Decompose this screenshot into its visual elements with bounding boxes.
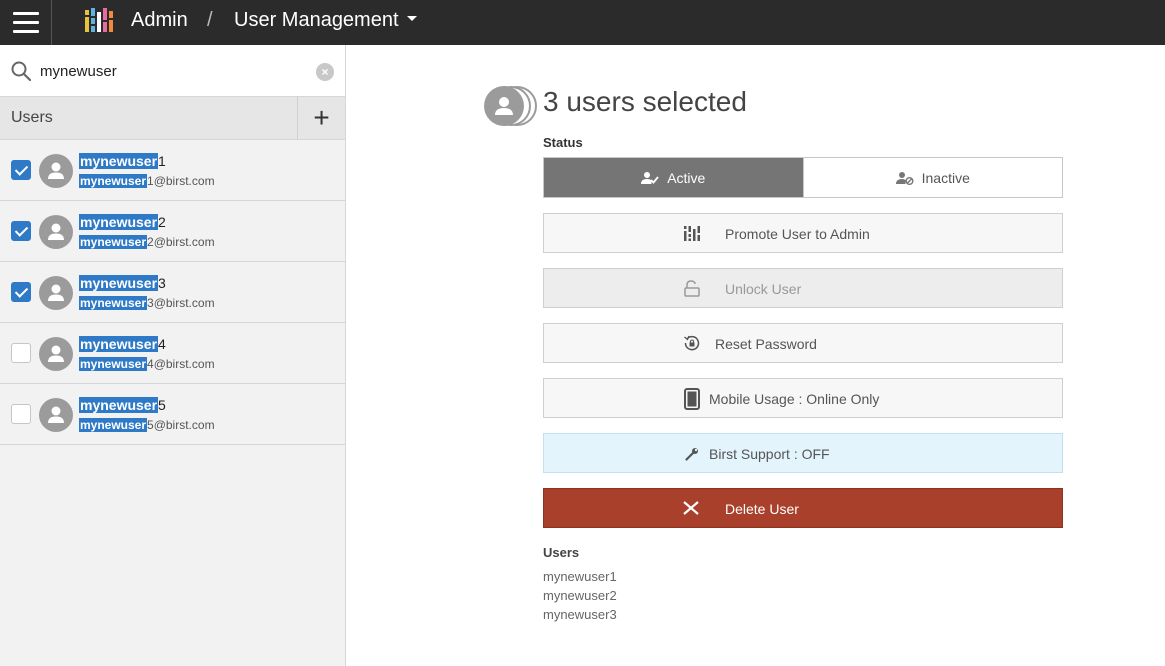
search-match-highlight: mynewuser (79, 153, 159, 169)
status-active-label: Active (667, 169, 706, 186)
user-row[interactable]: mynewuser5 mynewuser5@birst.com (0, 384, 345, 445)
selected-user-item: mynewuser3 (543, 607, 617, 622)
delete-user-button[interactable]: Delete User (543, 488, 1063, 528)
selected-user-item: mynewuser1 (543, 569, 617, 584)
reset-password-label: Reset Password (715, 336, 817, 352)
search-match-highlight: mynewuser (79, 235, 148, 249)
user-email: mynewuser5@birst.com (79, 418, 215, 432)
selected-users-title: Users (543, 545, 580, 560)
search-match-highlight: mynewuser (79, 174, 148, 188)
mobile-usage-button[interactable]: Mobile Usage : Online Only (543, 378, 1063, 418)
selection-headline: 3 users selected (543, 86, 747, 117)
delete-user-label: Delete User (725, 501, 799, 517)
person-icon (48, 345, 64, 362)
sidebar: × Users + mynewuser1 mynewuser1@birst.co… (0, 45, 346, 666)
promote-admin-button[interactable]: Promote User to Admin (543, 213, 1063, 253)
section-dropdown[interactable]: User Management (234, 9, 417, 32)
user-email: mynewuser3@birst.com (79, 296, 215, 310)
reset-lock-icon (684, 335, 700, 351)
avatar (39, 215, 73, 249)
user-row[interactable]: mynewuser1 mynewuser1@birst.com (0, 140, 345, 201)
reset-password-button[interactable]: Reset Password (543, 323, 1063, 363)
search-input[interactable] (40, 59, 300, 83)
status-inactive-label: Inactive (921, 169, 970, 186)
user-name: mynewuser5 (79, 397, 166, 413)
person-icon (48, 406, 64, 423)
person-icon (48, 162, 64, 179)
user-row[interactable]: mynewuser3 mynewuser3@birst.com (0, 262, 345, 323)
user-checkbox[interactable] (11, 404, 31, 424)
birst-support-label: Birst Support : OFF (709, 446, 830, 462)
section-title: User Management (234, 9, 399, 31)
user-blocked-icon (895, 171, 914, 185)
admin-grid-icon (684, 226, 701, 241)
search-match-highlight: mynewuser (79, 357, 148, 371)
avatar (39, 398, 73, 432)
person-icon (48, 284, 64, 301)
user-check-icon (641, 171, 659, 184)
status-label: Status (543, 135, 583, 150)
mobile-device-icon (684, 388, 700, 410)
user-checkbox[interactable] (11, 282, 31, 302)
users-list-header: Users + (0, 97, 345, 140)
birst-logo-icon (85, 8, 113, 32)
user-row[interactable]: mynewuser4 mynewuser4@birst.com (0, 323, 345, 384)
user-email: mynewuser2@birst.com (79, 235, 215, 249)
user-checkbox[interactable] (11, 160, 31, 180)
user-name: mynewuser2 (79, 214, 166, 230)
breadcrumb-separator: / (207, 9, 213, 31)
search-match-highlight: mynewuser (79, 214, 159, 230)
user-name: mynewuser1 (79, 153, 166, 169)
promote-admin-label: Promote User to Admin (725, 226, 870, 242)
hamburger-menu-icon[interactable] (0, 0, 52, 45)
search-match-highlight: mynewuser (79, 275, 159, 291)
unlock-icon (684, 280, 700, 297)
mobile-usage-label: Mobile Usage : Online Only (709, 391, 880, 407)
avatar (39, 154, 73, 188)
clear-search-icon[interactable]: × (316, 63, 334, 81)
search-icon (11, 61, 31, 81)
status-inactive-button[interactable]: Inactive (802, 158, 1062, 197)
search-match-highlight: mynewuser (79, 336, 159, 352)
user-name: mynewuser3 (79, 275, 166, 291)
user-email: mynewuser4@birst.com (79, 357, 215, 371)
search-match-highlight: mynewuser (79, 397, 159, 413)
user-email: mynewuser1@birst.com (79, 174, 215, 188)
wrench-icon (685, 447, 699, 461)
close-x-icon (683, 501, 699, 515)
avatar (39, 337, 73, 371)
person-icon (48, 223, 64, 240)
search-match-highlight: mynewuser (79, 418, 148, 432)
search-match-highlight: mynewuser (79, 296, 148, 310)
users-list-title: Users (11, 109, 53, 126)
caret-down-icon (406, 16, 417, 22)
avatar (39, 276, 73, 310)
search-bar: × (0, 45, 345, 97)
selected-user-item: mynewuser2 (543, 588, 617, 603)
user-checkbox[interactable] (11, 221, 31, 241)
unlock-user-button[interactable]: Unlock User (543, 268, 1063, 308)
user-list: mynewuser1 mynewuser1@birst.com mynewuse… (0, 140, 345, 445)
status-active-button[interactable]: Active (544, 158, 803, 197)
user-row[interactable]: mynewuser2 mynewuser2@birst.com (0, 201, 345, 262)
user-checkbox[interactable] (11, 343, 31, 363)
multiple-users-icon (484, 86, 537, 126)
status-toggle: Active Inactive (543, 157, 1063, 198)
user-name: mynewuser4 (79, 336, 166, 352)
unlock-user-label: Unlock User (725, 281, 802, 297)
top-bar: Admin / User Management (0, 0, 1165, 45)
breadcrumb-admin[interactable]: Admin (131, 9, 188, 32)
birst-support-button[interactable]: Birst Support : OFF (543, 433, 1063, 473)
add-user-button[interactable]: + (297, 97, 345, 140)
